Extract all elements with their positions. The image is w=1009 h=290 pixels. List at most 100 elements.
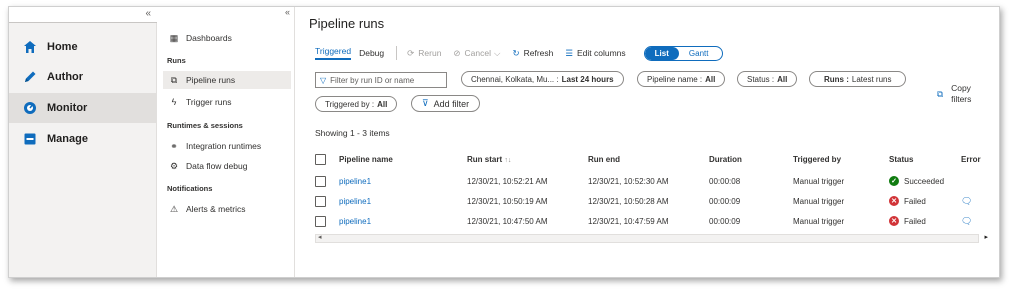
toolbox-icon [24,133,36,145]
pipeline-icon: ⧉ [170,74,178,85]
error-cell: 🗨 [961,211,999,231]
status-filter[interactable]: Status : All [737,71,798,87]
nav-item-label: Monitor [47,102,88,114]
rerun-button[interactable]: ⟳ Rerun [407,48,441,59]
table-row[interactable]: pipeline1 12/30/21, 10:50:19 AM 12/30/21… [315,191,999,211]
app-window: « Home Author Monitor Manage « ▦ Dashboa… [8,6,1000,278]
add-filter-button[interactable]: ⊽ Add filter [411,95,481,112]
dataflow-debug-icon: ⚙ [169,160,179,171]
primary-nav: « Home Author Monitor Manage [9,7,157,277]
message-icon[interactable]: 🗨 [961,196,972,206]
nav-item-label: Author [47,71,84,83]
nav-item-label: Home [47,41,78,53]
row-select-cell [315,191,339,211]
filter-prefix: Runs : [824,74,849,84]
copy-filters-label: Copy filters [951,83,972,104]
row-checkbox[interactable] [315,195,326,207]
column-header-run-start[interactable]: Run start ↑↓ [467,147,588,171]
subnav-item-integration-runtimes[interactable]: ⚭ Integration runtimes [163,137,291,155]
select-all-checkbox[interactable] [315,153,326,165]
duration-cell: 00:00:09 [709,216,741,226]
subnav-heading-notifications: Notifications [167,184,213,193]
filter-prefix: Status : [747,74,775,84]
monitor-subnav: « ▦ Dashboards Runs ⧉ Pipeline runs ϟ Tr… [157,7,295,277]
double-chevron-left-icon: « [145,8,151,19]
run-end-cell: 12/30/21, 10:52:30 AM [588,176,669,186]
double-chevron-left-icon[interactable]: « [285,7,290,17]
nav-item-monitor[interactable]: Monitor [9,93,157,123]
cancel-icon: ⊘ [453,47,461,58]
subnav-item-label: Integration runtimes [186,141,262,151]
subnav-item-trigger-runs[interactable]: ϟ Trigger runs [163,93,291,111]
column-header-status[interactable]: Status [889,147,961,171]
scroll-left-arrow-icon[interactable]: ◂ [318,233,322,241]
pipeline-name-filter[interactable]: Pipeline name : All [637,71,726,87]
edit-columns-button[interactable]: ☰ Edit columns [565,48,625,59]
region-time-filter[interactable]: Chennai, Kolkata, Mu... : Last 24 hours [461,71,624,87]
column-header-triggered-by[interactable]: Triggered by [793,147,889,171]
horizontal-scrollbar[interactable]: ◂ ▸ [315,233,988,243]
column-header-run-end[interactable]: Run end [588,147,709,171]
status-cell: ✕ Failed [889,191,961,211]
main-content: Pipeline runs Triggered Debug ⟳ Rerun ⊘ … [309,7,999,277]
view-gantt-button[interactable]: Gantt [679,47,723,60]
success-check-icon: ✓ [889,176,899,186]
status-label: Succeeded [904,176,945,186]
triggered-by-cell: Manual trigger [793,176,845,186]
cancel-button[interactable]: ⊘ Cancel ⌵ [453,48,500,59]
refresh-button[interactable]: ↻ Refresh [512,48,553,59]
search-input[interactable]: ▽ Filter by run ID or name [315,72,447,88]
subnav-item-label: Data flow debug [186,161,248,171]
column-header-error[interactable]: Error [961,147,999,171]
runs-filter[interactable]: Runs : Latest runs [809,71,907,87]
subnav-item-dataflow-debug[interactable]: ⚙ Data flow debug [163,157,291,175]
add-filter-icon: ⊽ [422,98,429,108]
item-count: Showing 1 - 3 items [315,128,390,138]
collapse-nav-button[interactable]: « [9,7,157,23]
edit-columns-icon: ☰ [565,47,573,58]
nav-item-home[interactable]: Home [9,33,157,61]
sort-icon: ↑↓ [504,156,512,164]
run-end-cell: 12/30/21, 10:47:59 AM [588,216,669,226]
row-select-cell [315,211,339,231]
cancel-label: Cancel [464,48,492,58]
copy-icon: ⧉ [937,89,944,99]
view-list-button[interactable]: List [644,46,679,60]
pipeline-name-link[interactable]: pipeline1 [339,171,467,191]
column-header-label: Run start [467,154,503,164]
column-header-duration[interactable]: Duration [709,147,793,171]
copy-filters-button[interactable]: ⧉ Copy filters [937,83,975,105]
error-x-icon: ✕ [889,196,899,206]
integration-runtime-icon: ⚭ [170,140,178,151]
message-icon[interactable]: 🗨 [961,216,972,226]
search-placeholder: Filter by run ID or name [330,75,415,85]
pipeline-name-link[interactable]: pipeline1 [339,191,467,211]
nav-item-author[interactable]: Author [9,63,157,91]
column-header-pipeline-name[interactable]: Pipeline name [339,147,467,171]
table-row[interactable]: pipeline1 12/30/21, 10:52:21 AM 12/30/21… [315,171,999,191]
subnav-item-dashboards[interactable]: ▦ Dashboards [163,29,291,47]
filter-value: Latest runs [851,74,892,84]
tab-debug[interactable]: Debug [359,48,384,58]
triggered-by-filter[interactable]: Triggered by : All [315,96,398,112]
filter-value: All [377,99,388,109]
status-cell: ✓ Succeeded [889,171,961,191]
filter-value: All [777,74,788,84]
nav-item-label: Manage [47,133,88,145]
run-start-cell: 12/30/21, 10:47:50 AM [467,216,548,226]
duration-cell: 00:00:08 [709,176,741,186]
pipeline-name-link[interactable]: pipeline1 [339,211,467,231]
subnav-item-alerts-metrics[interactable]: ⚠ Alerts & metrics [163,200,291,218]
monitor-icon [24,102,36,114]
nav-item-manage[interactable]: Manage [9,125,157,153]
trigger-icon: ϟ [171,97,177,107]
filter-prefix: Chennai, Kolkata, Mu... : [471,74,559,84]
table-row[interactable]: pipeline1 12/30/21, 10:47:50 AM 12/30/21… [315,211,999,231]
subnav-item-pipeline-runs[interactable]: ⧉ Pipeline runs [163,71,291,89]
row-checkbox[interactable] [315,215,326,227]
scroll-right-arrow-icon[interactable]: ▸ [984,233,988,241]
tab-triggered[interactable]: Triggered [315,46,352,60]
triggered-by-cell: Manual trigger [793,216,845,226]
row-checkbox[interactable] [315,175,326,187]
subnav-item-label: Dashboards [186,33,232,43]
